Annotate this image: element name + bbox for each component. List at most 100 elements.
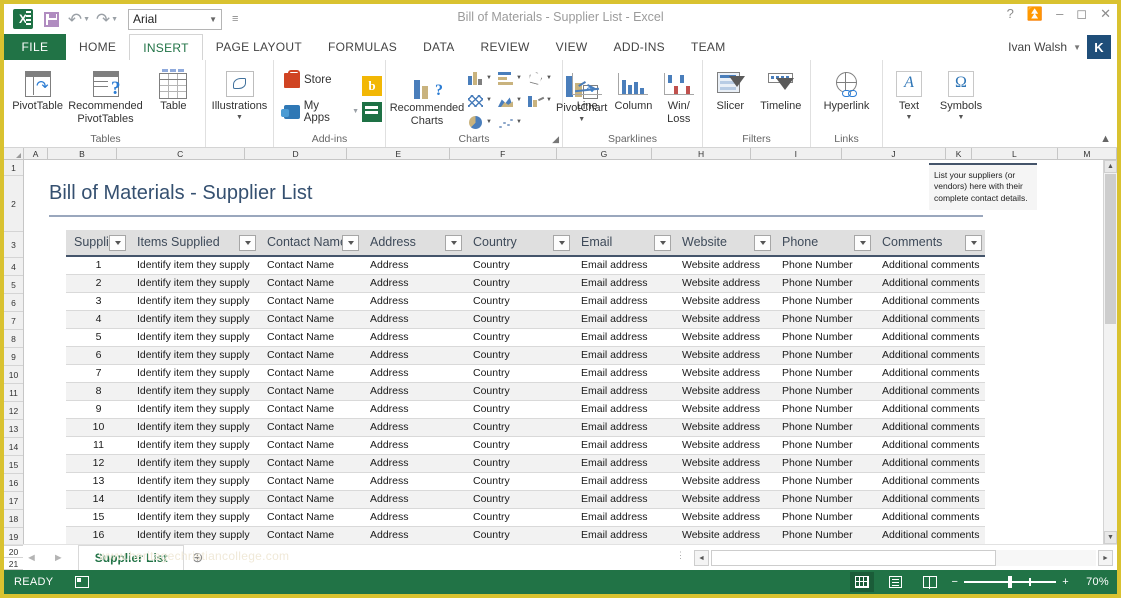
- table-cell[interactable]: Contact Name: [259, 526, 362, 544]
- table-cell[interactable]: 6: [66, 346, 129, 365]
- column-address[interactable]: Address: [362, 230, 465, 257]
- table-cell[interactable]: Address: [362, 400, 465, 419]
- table-cell[interactable]: Address: [362, 364, 465, 383]
- zoom-slider-track[interactable]: [964, 576, 1057, 589]
- column-header-l[interactable]: L: [971, 148, 1058, 159]
- table-cell[interactable]: Country: [465, 418, 573, 437]
- table-cell[interactable]: Address: [362, 454, 465, 473]
- filter-dropdown-contact-name[interactable]: [342, 235, 359, 251]
- select-all-button[interactable]: [4, 148, 24, 159]
- table-cell[interactable]: Contact Name: [259, 274, 362, 293]
- next-sheet-icon[interactable]: ►: [53, 552, 64, 564]
- filter-dropdown-email[interactable]: [654, 235, 671, 251]
- table-cell[interactable]: Additional comments: [874, 508, 986, 527]
- table-cell[interactable]: Country: [465, 526, 573, 544]
- table-cell[interactable]: Additional comments: [874, 346, 986, 365]
- table-cell[interactable]: Email address: [573, 256, 674, 275]
- table-cell[interactable]: Additional comments: [874, 526, 986, 544]
- column-email[interactable]: Email: [573, 230, 674, 257]
- radar-chart-button[interactable]: ▼: [525, 67, 555, 89]
- table-cell[interactable]: Additional comments: [874, 436, 986, 455]
- tab-add-ins[interactable]: ADD-INS: [601, 34, 678, 60]
- table-row[interactable]: 7 Identify item they supply Contact Name Ad…: [66, 364, 986, 383]
- sheet-tab-supplier-list[interactable]: Supplier List: [77, 545, 185, 570]
- table-cell[interactable]: Email address: [573, 472, 674, 491]
- page-break-preview-icon[interactable]: [918, 572, 942, 592]
- tab-team[interactable]: TEAM: [678, 34, 739, 60]
- row-header-16[interactable]: 16: [4, 474, 23, 492]
- table-row[interactable]: 1 Identify item they supply Contact Name Ad…: [66, 256, 986, 275]
- table-cell[interactable]: Website address: [674, 526, 774, 544]
- table-cell[interactable]: Country: [465, 436, 573, 455]
- table-cell[interactable]: Contact Name: [259, 346, 362, 365]
- table-cell[interactable]: Additional comments: [874, 364, 986, 383]
- table-cell[interactable]: Additional comments: [874, 382, 986, 401]
- normal-view-icon[interactable]: [849, 572, 874, 592]
- table-cell[interactable]: Identify item they supply: [129, 436, 259, 455]
- column-header-h[interactable]: H: [652, 148, 751, 159]
- table-cell[interactable]: Identify item they supply: [129, 472, 259, 491]
- table-cell[interactable]: Phone Number: [774, 328, 874, 347]
- column-comments[interactable]: Comments: [874, 230, 986, 257]
- page-layout-view-icon[interactable]: [884, 572, 908, 592]
- help-icon[interactable]: ?: [1007, 7, 1014, 20]
- table-cell[interactable]: Address: [362, 382, 465, 401]
- close-icon[interactable]: ✕: [1100, 7, 1111, 20]
- horizontal-scrollbar[interactable]: ◄ ►: [694, 549, 1113, 567]
- table-cell[interactable]: Address: [362, 526, 465, 544]
- table-cell[interactable]: Country: [465, 274, 573, 293]
- column-header-k[interactable]: K: [946, 148, 972, 159]
- table-cell[interactable]: 16: [66, 526, 129, 544]
- tab-split-handle[interactable]: ⋮: [676, 550, 685, 559]
- column-chart-button[interactable]: ▼: [465, 67, 495, 89]
- table-cell[interactable]: Additional comments: [874, 310, 986, 329]
- row-header-13[interactable]: 13: [4, 420, 23, 438]
- table-cell[interactable]: Identify item they supply: [129, 400, 259, 419]
- table-cell[interactable]: Phone Number: [774, 490, 874, 509]
- table-cell[interactable]: Website address: [674, 364, 774, 383]
- table-cell[interactable]: Contact Name: [259, 454, 362, 473]
- table-cell[interactable]: Country: [465, 292, 573, 311]
- column-header-i[interactable]: I: [750, 148, 842, 159]
- table-cell[interactable]: 5: [66, 328, 129, 347]
- table-cell[interactable]: Phone Number: [774, 418, 874, 437]
- avatar[interactable]: K: [1087, 35, 1111, 59]
- table-cell[interactable]: Contact Name: [259, 472, 362, 491]
- sparkline-line-button[interactable]: Line: [566, 63, 608, 113]
- previous-sheet-icon[interactable]: ◄: [26, 552, 37, 564]
- table-cell[interactable]: Identify item they supply: [129, 364, 259, 383]
- add-sheet-icon[interactable]: ⊕: [184, 545, 210, 570]
- hyperlink-button[interactable]: Hyperlink: [814, 63, 879, 113]
- customize-quick-access-toolbar-icon[interactable]: ≡: [232, 13, 238, 25]
- table-cell[interactable]: Country: [465, 346, 573, 365]
- table-cell[interactable]: Phone Number: [774, 346, 874, 365]
- table-cell[interactable]: Country: [465, 490, 573, 509]
- table-cell[interactable]: Country: [465, 328, 573, 347]
- redo-icon[interactable]: ↷ ▼: [94, 7, 120, 31]
- table-cell[interactable]: Email address: [573, 382, 674, 401]
- tab-data[interactable]: DATA: [410, 34, 467, 60]
- table-cell[interactable]: Phone Number: [774, 292, 874, 311]
- row-header-12[interactable]: 12: [4, 402, 23, 420]
- table-cell[interactable]: 1: [66, 256, 129, 275]
- table-row[interactable]: 15 Identify item they supply Contact Name A…: [66, 508, 986, 527]
- timeline-button[interactable]: Timeline: [755, 63, 807, 113]
- horizontal-scroll-track[interactable]: [711, 550, 1096, 566]
- table-cell[interactable]: Address: [362, 418, 465, 437]
- table-cell[interactable]: Website address: [674, 346, 774, 365]
- table-cell[interactable]: Additional comments: [874, 472, 986, 491]
- row-header-20[interactable]: 20: [4, 546, 23, 558]
- table-cell[interactable]: Identify item they supply: [129, 526, 259, 544]
- table-cell[interactable]: 7: [66, 364, 129, 383]
- table-row[interactable]: 6 Identify item they supply Contact Name Ad…: [66, 346, 986, 365]
- table-cell[interactable]: Contact Name: [259, 364, 362, 383]
- filter-dropdown-phone[interactable]: [854, 235, 871, 251]
- sheet-canvas[interactable]: Bill of Materials - Supplier List Suppli…: [24, 160, 1103, 544]
- ribbon-display-options-icon[interactable]: ⏫: [1027, 7, 1043, 20]
- table-cell[interactable]: Website address: [674, 418, 774, 437]
- table-row[interactable]: 3 Identify item they supply Contact Name Ad…: [66, 292, 986, 311]
- table-cell[interactable]: Email address: [573, 274, 674, 293]
- scroll-up-icon[interactable]: ▲: [1104, 160, 1117, 173]
- table-cell[interactable]: Address: [362, 490, 465, 509]
- font-name-input[interactable]: Arial ▼: [128, 8, 222, 30]
